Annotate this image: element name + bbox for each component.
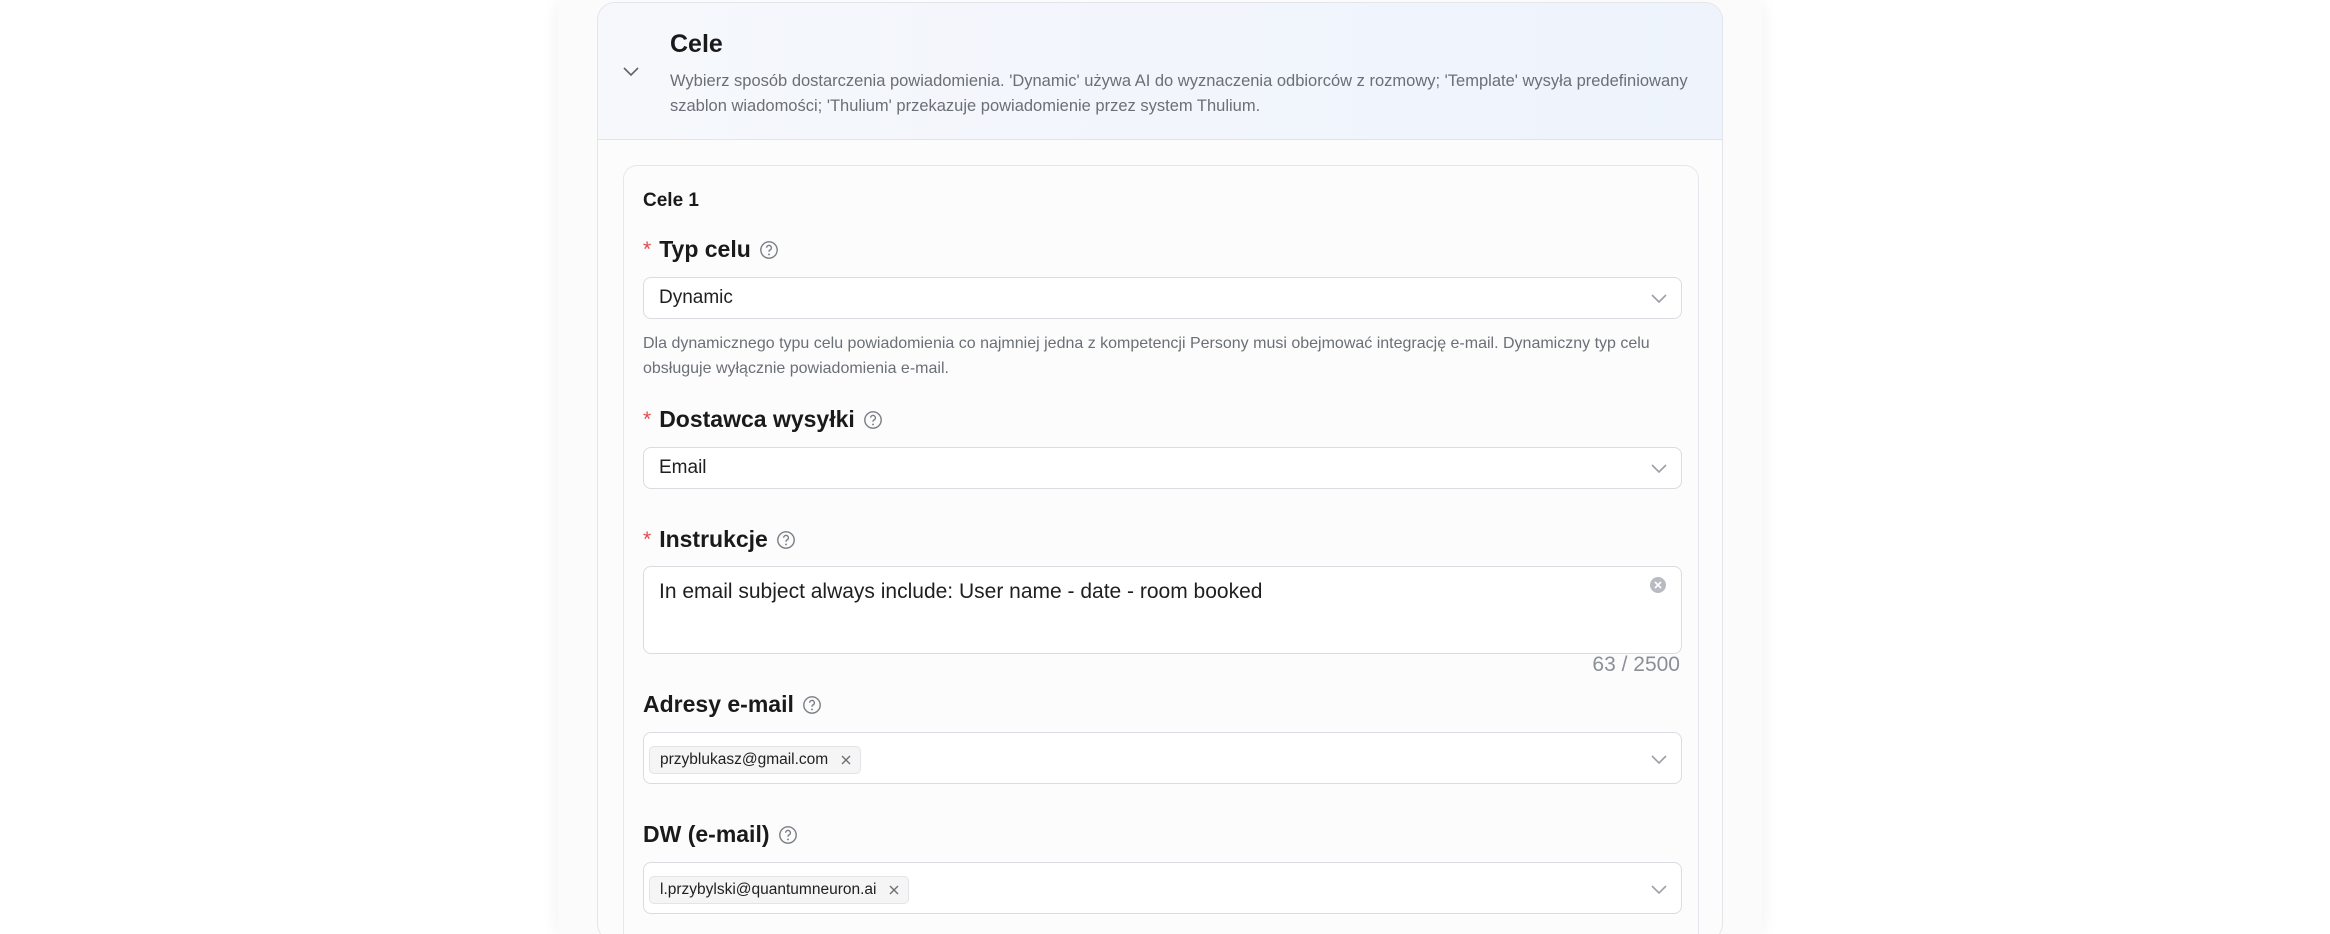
chevron-down-icon — [1651, 882, 1667, 900]
question-circle-icon[interactable] — [776, 530, 796, 550]
instructions-label-text: Instrukcje — [659, 526, 768, 552]
required-marker: * — [643, 407, 652, 431]
email-tag: przyblukasz@gmail.com — [649, 746, 862, 774]
target-type-hint: Dla dynamicznego typu celu powiadomienia… — [643, 335, 1650, 377]
instructions-value: In email subject always include: User na… — [659, 580, 1263, 603]
target-title: Cele 1 — [643, 190, 699, 211]
required-marker: * — [643, 527, 652, 551]
question-circle-icon[interactable] — [759, 240, 779, 260]
targets-section-card: Cele Wybierz sposób dostarczenia powiado… — [597, 2, 1723, 934]
emails-select[interactable]: przyblukasz@gmail.com — [643, 732, 1682, 784]
chevron-down-icon[interactable] — [618, 59, 644, 85]
close-icon[interactable] — [840, 754, 852, 766]
chevron-down-icon — [1651, 291, 1667, 309]
emails-label-text: Adresy e-mail — [643, 691, 794, 717]
question-circle-icon[interactable] — [802, 695, 822, 715]
target-type-label: * Typ celu — [643, 236, 779, 263]
cc-label-text: DW (e-mail) — [643, 821, 770, 847]
provider-label-text: Dostawca wysyłki — [659, 406, 855, 432]
cc-tag-label: l.przybylski@quantumneuron.ai — [660, 881, 877, 898]
target-item: Cele 1 * Typ celu Dynamic Dla dynamiczne… — [623, 165, 1699, 934]
cc-select[interactable]: l.przybylski@quantumneuron.ai — [643, 862, 1682, 914]
character-counter: 63 / 2500 — [1592, 653, 1680, 676]
required-marker: * — [643, 237, 652, 261]
close-icon[interactable] — [888, 884, 900, 896]
question-circle-icon[interactable] — [863, 410, 883, 430]
target-type-value: Dynamic — [659, 287, 733, 308]
chevron-down-icon — [1651, 752, 1667, 770]
cc-label: DW (e-mail) — [643, 821, 798, 848]
instructions-textarea[interactable]: In email subject always include: User na… — [643, 566, 1682, 654]
section-description: Wybierz sposób dostarczenia powiadomieni… — [670, 72, 1688, 115]
question-circle-icon[interactable] — [778, 825, 798, 845]
instructions-label: * Instrukcje — [643, 526, 796, 553]
provider-value: Email — [659, 457, 707, 478]
emails-label: Adresy e-mail — [643, 691, 822, 718]
cc-tag: l.przybylski@quantumneuron.ai — [649, 876, 910, 904]
provider-select[interactable]: Email — [643, 447, 1682, 489]
provider-label: * Dostawca wysyłki — [643, 406, 883, 433]
section-header[interactable]: Cele Wybierz sposób dostarczenia powiado… — [598, 3, 1722, 140]
chevron-down-icon — [1651, 461, 1667, 479]
target-type-select[interactable]: Dynamic — [643, 277, 1682, 319]
section-title: Cele — [670, 30, 723, 58]
close-circle-icon[interactable] — [1649, 576, 1667, 599]
email-tag-label: przyblukasz@gmail.com — [660, 751, 829, 768]
target-type-label-text: Typ celu — [659, 236, 751, 262]
